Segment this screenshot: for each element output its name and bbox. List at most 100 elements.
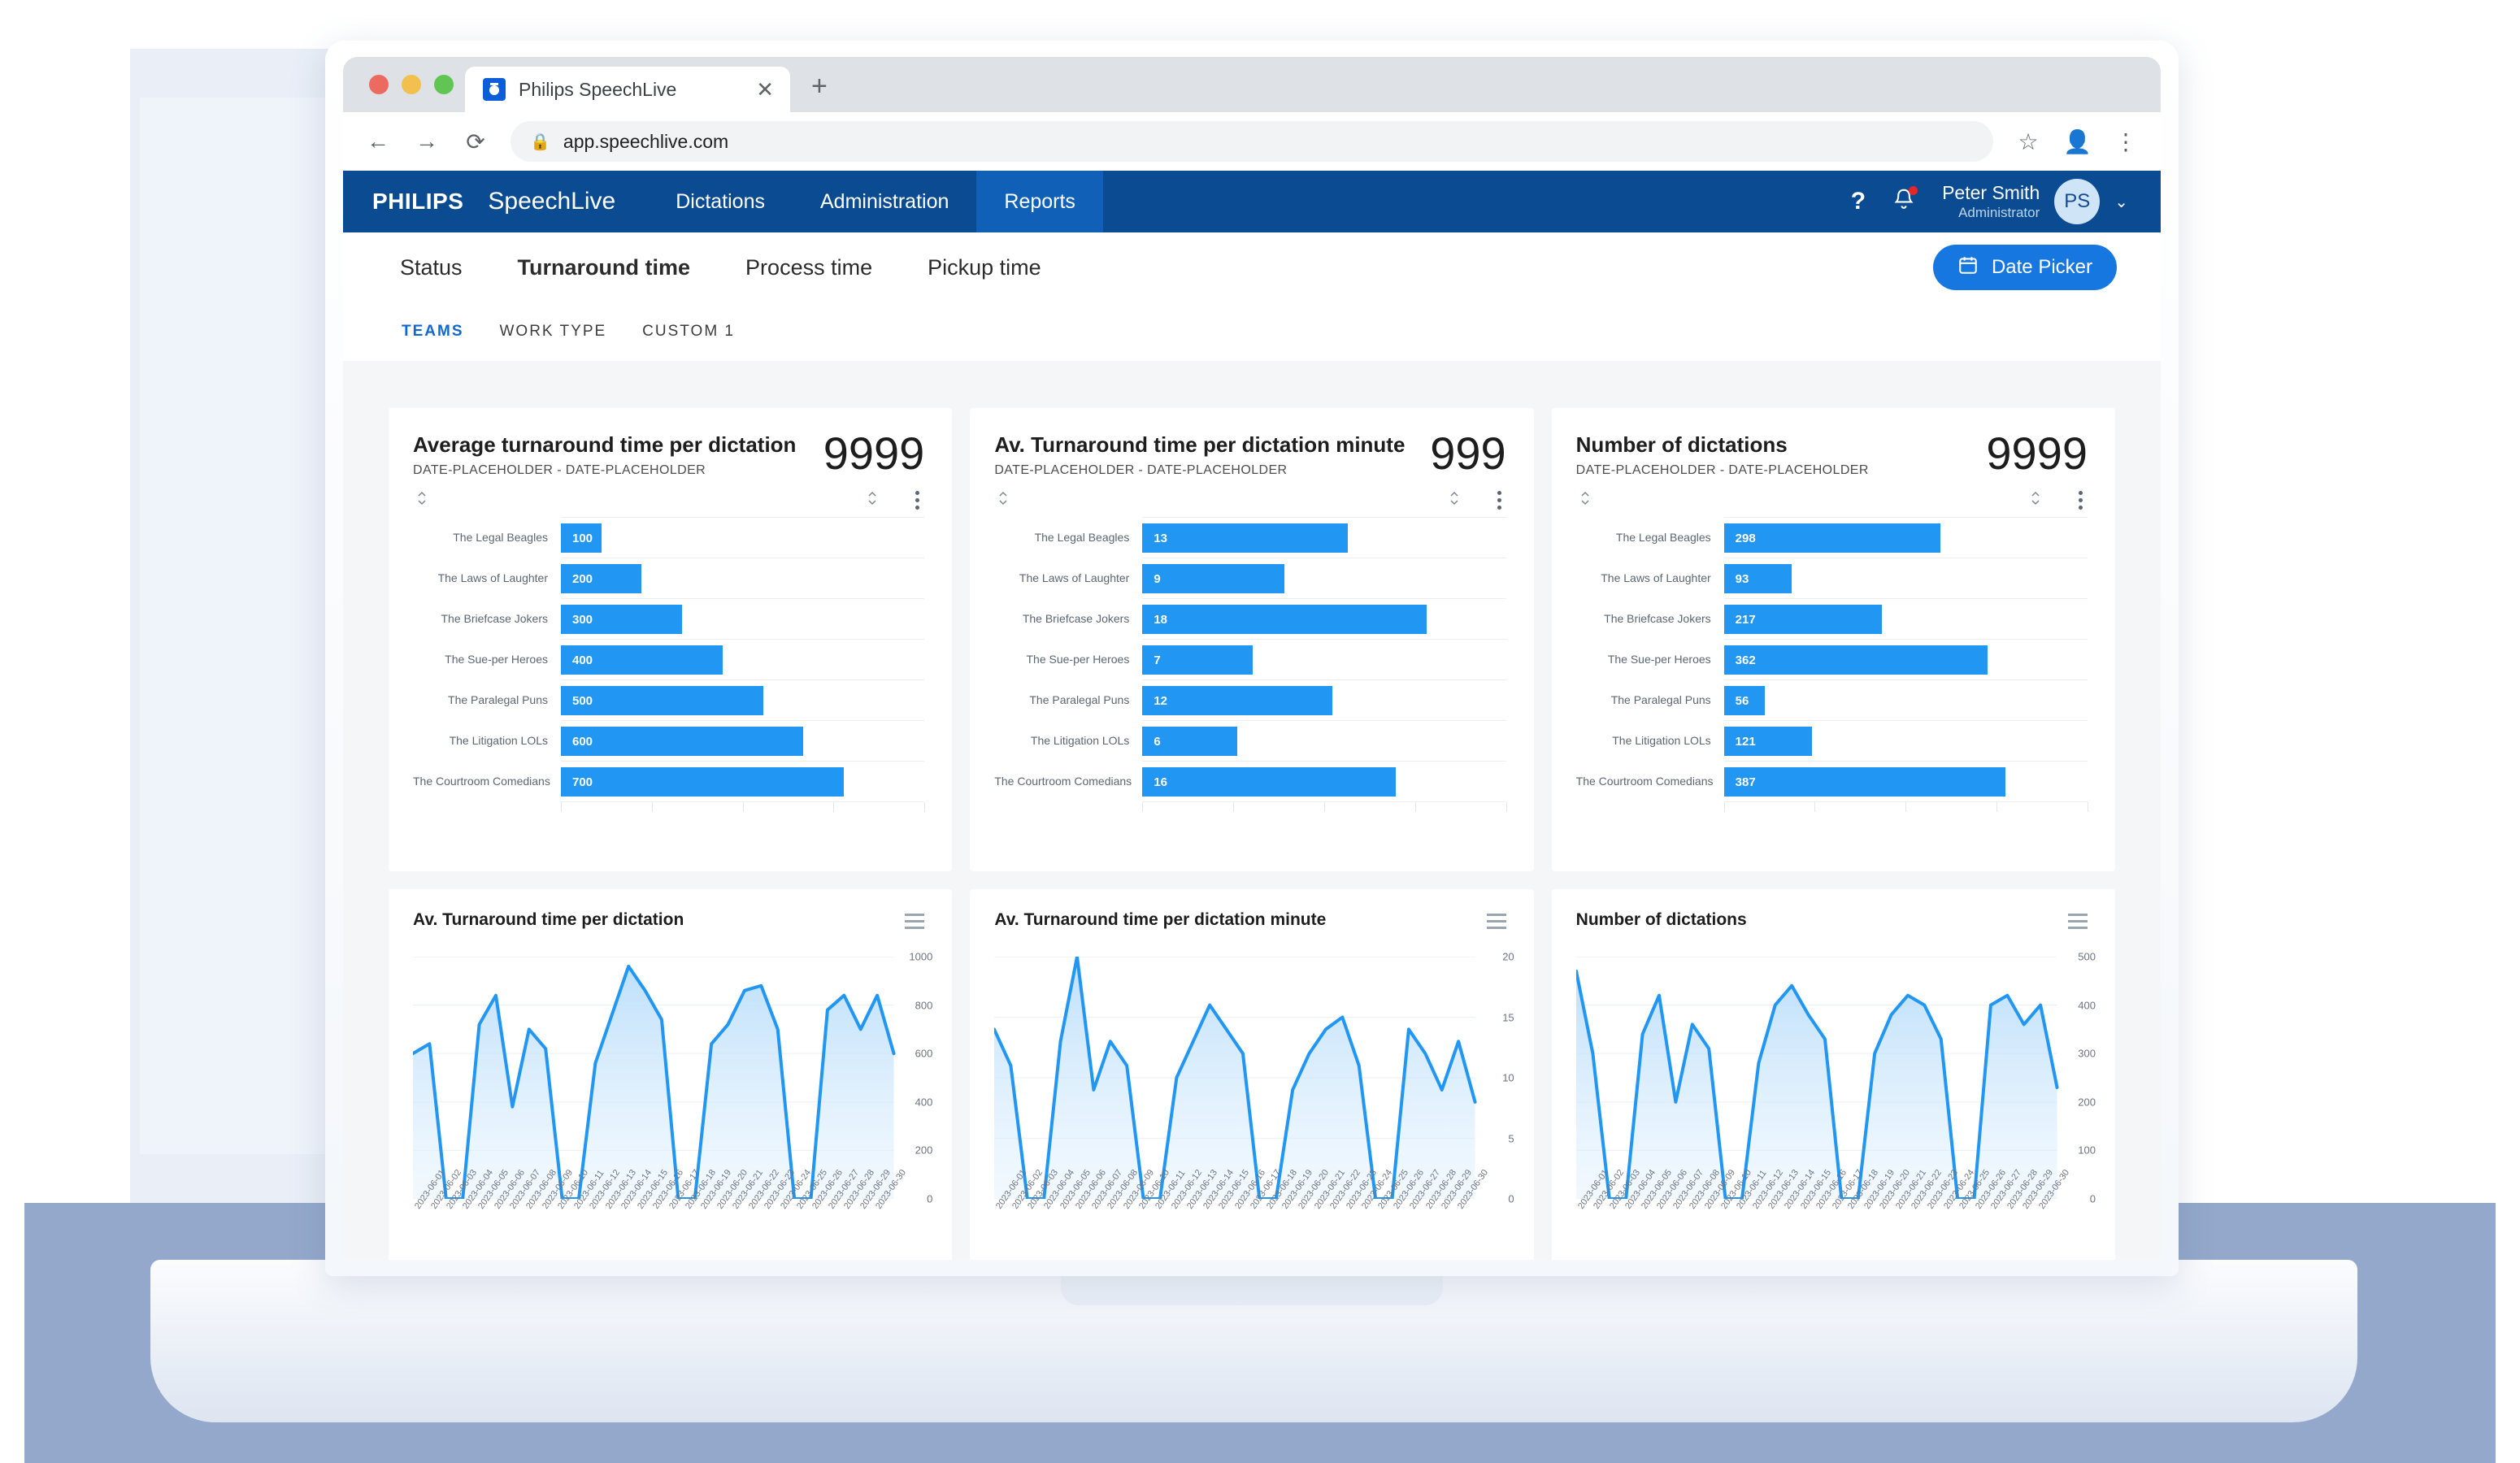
report-tabs: Status Turnaround time Process time Pick… bbox=[343, 232, 2161, 302]
bar-fill[interactable]: 7 bbox=[1142, 645, 1253, 675]
chart-menu-icon[interactable] bbox=[1484, 910, 1510, 932]
card-menu-icon[interactable] bbox=[2074, 489, 2088, 511]
date-picker-button[interactable]: Date Picker bbox=[1932, 245, 2117, 290]
filter-tab-work-type[interactable]: WORK TYPE bbox=[482, 323, 625, 341]
bar-fill[interactable]: 600 bbox=[561, 727, 804, 756]
bar-track: 298 bbox=[1723, 517, 2088, 558]
bar-value-label: 6 bbox=[1154, 734, 1161, 749]
bar-row: The Laws of Laughter 9 bbox=[994, 558, 1506, 598]
filter-tab-custom-1[interactable]: CUSTOM 1 bbox=[624, 323, 753, 341]
address-bar[interactable]: 🔒 app.speechlive.com bbox=[511, 121, 1993, 162]
bookmark-star-icon[interactable]: ☆ bbox=[2014, 128, 2042, 155]
metric-card-value: 999 bbox=[1430, 428, 1506, 479]
forward-icon[interactable]: → bbox=[413, 128, 441, 154]
metric-card-header: Average turnaround time per dictation DAT… bbox=[413, 431, 924, 478]
sort-toggle-icon-left[interactable] bbox=[1576, 489, 1591, 510]
bar-fill[interactable]: 100 bbox=[561, 523, 602, 553]
metric-card-tools bbox=[994, 486, 1505, 514]
bar-fill[interactable]: 93 bbox=[1723, 564, 1792, 593]
bar-category-label: The Briefcase Jokers bbox=[1022, 612, 1130, 625]
nav-item-administration[interactable]: Administration bbox=[793, 171, 976, 232]
bar-fill[interactable]: 200 bbox=[561, 564, 642, 593]
bar-track: 362 bbox=[1723, 639, 2088, 679]
sort-toggle-icon-right[interactable] bbox=[2027, 489, 2041, 510]
bar-fill[interactable]: 362 bbox=[1723, 645, 1988, 675]
bar-row: The Paralegal Puns 12 bbox=[994, 679, 1506, 720]
bar-value-label: 387 bbox=[1735, 775, 1756, 789]
trend-card-header: Av. Turnaround time per dictation bbox=[413, 910, 928, 932]
browser-menu-icon[interactable]: ⋮ bbox=[2112, 128, 2140, 155]
chart-menu-icon[interactable] bbox=[2065, 910, 2091, 932]
bar-fill[interactable]: 500 bbox=[561, 686, 763, 715]
bar-row: The Courtroom Comedians 387 bbox=[1576, 761, 2088, 801]
bar-fill[interactable]: 6 bbox=[1142, 727, 1238, 756]
y-axis-tick: 200 bbox=[915, 1144, 933, 1157]
bar-row: The Sue-per Heroes 7 bbox=[994, 639, 1506, 679]
bar-track: 7 bbox=[1142, 639, 1506, 679]
y-axis-tick: 400 bbox=[915, 1096, 933, 1109]
bar-fill[interactable]: 121 bbox=[1723, 727, 1812, 756]
filter-tab-teams[interactable]: TEAMS bbox=[372, 323, 482, 341]
close-tab-icon[interactable]: ✕ bbox=[756, 79, 774, 100]
sort-toggle-icon-left[interactable] bbox=[994, 489, 1009, 510]
metric-card-title: Average turnaround time per dictation bbox=[413, 432, 797, 457]
bar-row: The Laws of Laughter 93 bbox=[1576, 558, 2088, 598]
bar-category-label: The Legal Beagles bbox=[1615, 531, 1711, 544]
horizontal-bar-chart: The Legal Beagles 13 The Laws of Laughter 9… bbox=[994, 517, 1507, 812]
bar-fill[interactable]: 9 bbox=[1142, 564, 1285, 593]
tab-pickup-time[interactable]: Pickup time bbox=[900, 255, 1069, 280]
bar-fill[interactable]: 18 bbox=[1142, 605, 1427, 634]
bar-category-label: The Paralegal Puns bbox=[1029, 693, 1130, 706]
minimize-window-icon[interactable] bbox=[402, 75, 421, 94]
bar-fill[interactable]: 217 bbox=[1723, 605, 1882, 634]
card-menu-icon[interactable] bbox=[1492, 489, 1506, 511]
filter-tabs: TEAMS WORK TYPE CUSTOM 1 bbox=[343, 302, 2161, 361]
bar-fill[interactable]: 400 bbox=[561, 645, 723, 675]
metric-card-header: Av. Turnaround time per dictation minute… bbox=[994, 428, 1506, 479]
card-menu-icon[interactable] bbox=[910, 489, 924, 511]
bar-category-label: The Briefcase Jokers bbox=[1604, 612, 1711, 625]
close-window-icon[interactable] bbox=[369, 75, 389, 94]
bar-fill[interactable]: 298 bbox=[1723, 523, 1941, 553]
back-icon[interactable]: ← bbox=[364, 128, 392, 154]
laptop-screen: Philips SpeechLive ✕ + ← → ⟳ 🔒 app.speec… bbox=[325, 41, 2179, 1276]
browser-tabstrip: Philips SpeechLive ✕ + bbox=[343, 57, 2161, 112]
date-picker-label: Date Picker bbox=[1991, 256, 2092, 278]
chevron-down-icon[interactable]: ⌄ bbox=[2114, 192, 2128, 212]
bar-fill[interactable]: 700 bbox=[561, 767, 844, 797]
tab-process-time[interactable]: Process time bbox=[718, 255, 900, 280]
help-icon[interactable]: ? bbox=[1851, 188, 1866, 215]
bar-value-label: 12 bbox=[1154, 693, 1168, 708]
chart-menu-icon[interactable] bbox=[902, 910, 928, 932]
bar-fill[interactable]: 300 bbox=[561, 605, 683, 634]
browser-tab[interactable]: Philips SpeechLive ✕ bbox=[465, 67, 790, 112]
bar-row: The Legal Beagles 298 bbox=[1576, 517, 2088, 558]
bar-fill[interactable]: 387 bbox=[1723, 767, 2005, 797]
y-axis-tick: 1000 bbox=[909, 950, 933, 963]
bar-category-label: The Litigation LOLs bbox=[1612, 734, 1711, 747]
bar-fill[interactable]: 12 bbox=[1142, 686, 1332, 715]
new-tab-icon[interactable]: + bbox=[811, 71, 828, 102]
sort-toggle-icon-right[interactable] bbox=[863, 489, 878, 510]
sort-toggle-icon-left[interactable] bbox=[413, 489, 428, 510]
tab-status[interactable]: Status bbox=[372, 255, 490, 280]
area-chart: 0 5 10 15 20 2023-06-01 2023-06-02 2023-06-03 20… bbox=[994, 951, 1514, 1211]
bar-fill[interactable]: 16 bbox=[1142, 767, 1396, 797]
nav-item-dictations[interactable]: Dictations bbox=[648, 171, 793, 232]
bar-track: 100 bbox=[561, 517, 925, 558]
y-axis: 0 100 200 300 400 500 bbox=[2049, 951, 2096, 1205]
bar-fill[interactable]: 13 bbox=[1142, 523, 1349, 553]
bar-fill[interactable]: 56 bbox=[1723, 686, 1765, 715]
user-menu[interactable]: Peter Smith Administrator PS ⌄ bbox=[1942, 179, 2128, 224]
nav-item-reports[interactable]: Reports bbox=[976, 171, 1103, 232]
maximize-window-icon[interactable] bbox=[434, 75, 454, 94]
notifications-bell-icon[interactable] bbox=[1892, 185, 1918, 217]
bar-category-label: The Briefcase Jokers bbox=[441, 612, 549, 625]
sort-toggle-icon-right[interactable] bbox=[1445, 489, 1460, 510]
reload-icon[interactable]: ⟳ bbox=[462, 128, 489, 155]
profile-icon[interactable]: 👤 bbox=[2063, 128, 2092, 155]
tab-turnaround-time[interactable]: Turnaround time bbox=[490, 255, 719, 280]
bar-track: 18 bbox=[1142, 598, 1506, 639]
bar-track: 387 bbox=[1723, 761, 2088, 801]
